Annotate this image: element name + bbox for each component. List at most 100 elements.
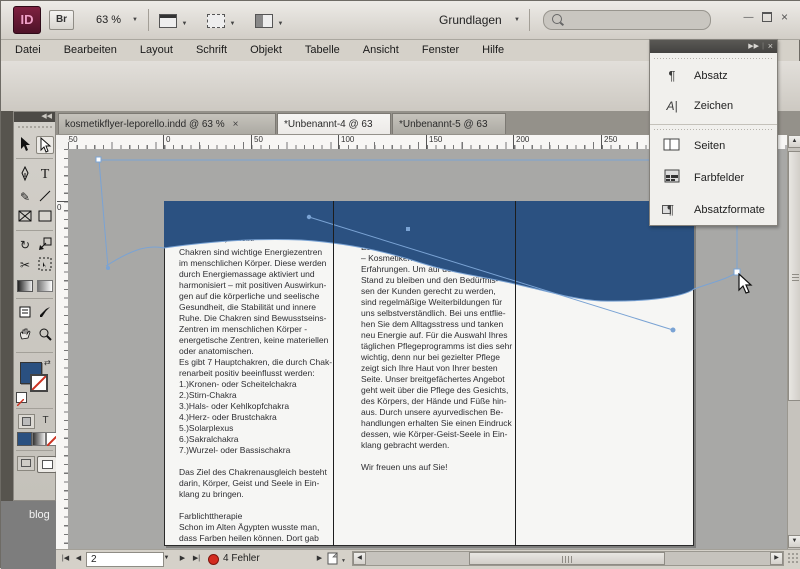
tab-close-icon[interactable]: × (233, 119, 239, 130)
title-bar: ID Br 63 % ▼ ▼ ▼ ▼ Grundlagen ▼ — × (1, 1, 800, 40)
pages-icon (662, 137, 682, 155)
workspace-dropdown-icon[interactable]: ▼ (514, 17, 520, 23)
pen-tool[interactable] (16, 166, 34, 184)
menu-datei[interactable]: Datei (15, 44, 41, 56)
floating-panel-header[interactable]: ▶▶ | × (650, 40, 777, 53)
bridge-button[interactable]: Br (49, 10, 74, 30)
free-transform-tool[interactable] (36, 256, 54, 274)
preflight-dropdown-icon[interactable]: ▼ (341, 558, 346, 564)
normal-view-mode-button[interactable] (17, 456, 35, 471)
ruler-label: -50 (68, 135, 78, 149)
tab-unbenannt-4[interactable]: *Unbenannt-4 @ 63 %× (277, 113, 391, 134)
eyedropper-tool[interactable] (36, 304, 54, 322)
workspace-switcher[interactable]: Grundlagen (439, 13, 502, 27)
default-fill-stroke-icon[interactable] (16, 392, 27, 403)
path-anchor-point[interactable] (406, 227, 410, 231)
scroll-right-icon[interactable]: ▶ (770, 552, 783, 565)
panel-item-zeichen[interactable]: A| Zeichen (650, 96, 777, 116)
note-tool[interactable] (16, 304, 34, 322)
first-page-icon[interactable]: |◀ (59, 552, 72, 565)
hand-tool[interactable] (16, 326, 34, 344)
view-options-button[interactable]: ▼ (159, 12, 187, 30)
swap-fill-stroke-icon[interactable]: ⇄ (44, 358, 51, 367)
preflight-error-icon (208, 554, 219, 565)
arrange-documents-button[interactable]: ▼ (255, 12, 283, 30)
collapse-panel-icon[interactable]: ▶▶ (748, 40, 759, 53)
menu-ansicht[interactable]: Ansicht (363, 44, 399, 56)
panel-item-farbfelder[interactable]: Farbfelder (650, 168, 777, 188)
scroll-up-icon[interactable]: ▲ (788, 135, 800, 148)
tools-panel-collapse-icon[interactable]: ◀◀ (14, 112, 55, 122)
blue-wave-shape[interactable] (164, 201, 694, 301)
menu-hilfe[interactable]: Hilfe (482, 44, 504, 56)
apply-gradient-button[interactable] (32, 432, 46, 446)
next-page-icon[interactable]: ▶ (176, 552, 189, 565)
floating-panel: ▶▶ | × ¶ Absatz A| Zeichen Seiten Farbfe… (649, 39, 778, 226)
menu-bearbeiten[interactable]: Bearbeiten (64, 44, 117, 56)
screen-mode-button[interactable]: ▼ (207, 12, 235, 30)
formatting-affects-text-button[interactable]: T (38, 414, 53, 427)
tab-kosmetikflyer[interactable]: kosmetikflyer-leporello.indd @ 63 %× (58, 113, 276, 134)
search-input[interactable] (543, 10, 711, 30)
watermark-block: blog (1, 501, 56, 569)
window-resize-grip[interactable] (787, 552, 800, 565)
watermark-text: blog (29, 509, 50, 521)
panel-item-absatz[interactable]: ¶ Absatz (650, 66, 777, 86)
paragraph-styles-icon: ¶ (662, 201, 682, 219)
scale-tool[interactable] (36, 236, 54, 254)
horizontal-scroll-thumb[interactable] (469, 552, 665, 565)
menu-schrift[interactable]: Schrift (196, 44, 227, 56)
path-handle-point[interactable] (671, 328, 676, 333)
zoom-tool[interactable] (36, 326, 54, 344)
last-page-icon[interactable]: ▶| (190, 552, 203, 565)
gradient-feather-tool[interactable] (36, 276, 54, 294)
horizontal-scrollbar[interactable]: ◀ ▶ (352, 551, 784, 566)
menu-objekt[interactable]: Objekt (250, 44, 282, 56)
path-handle-point[interactable] (106, 266, 110, 270)
selection-tool[interactable] (16, 136, 34, 154)
preflight-menu-icon[interactable] (327, 552, 339, 565)
scroll-left-icon[interactable]: ◀ (353, 552, 366, 565)
rectangle-tool[interactable] (36, 208, 54, 226)
gradient-tool[interactable] (16, 276, 34, 294)
pencil-tool[interactable]: ✎ (16, 188, 34, 206)
apply-color-button[interactable] (17, 432, 32, 446)
formatting-affects-container-button[interactable] (18, 414, 35, 429)
menu-fenster[interactable]: Fenster (422, 44, 459, 56)
menu-tabelle[interactable]: Tabelle (305, 44, 340, 56)
type-tool[interactable]: T (36, 166, 54, 184)
preflight-next-icon[interactable]: ▶ (313, 552, 326, 565)
path-anchor-point[interactable] (96, 157, 101, 162)
stroke-color-swatch[interactable] (30, 374, 48, 392)
view-options-icon (159, 14, 177, 28)
preflight-error-count[interactable]: 4 Fehler (223, 553, 260, 564)
page-number-field[interactable]: 2 (86, 552, 164, 567)
vertical-scroll-thumb[interactable] (788, 151, 800, 401)
panel-item-absatzformate[interactable]: ¶ Absatzformate (650, 200, 777, 220)
tools-panel-grip[interactable] (17, 125, 52, 129)
close-button[interactable]: × (777, 12, 792, 25)
preview-mode-button[interactable] (37, 456, 57, 473)
tab-unbenannt-5[interactable]: *Unbenannt-5 @ 63 %× (392, 113, 506, 134)
restore-button[interactable] (759, 12, 774, 25)
arrange-documents-icon (255, 14, 273, 28)
line-tool[interactable] (36, 188, 54, 206)
path-handle-point[interactable] (307, 215, 311, 219)
zoom-level-dropdown-icon[interactable]: ▼ (132, 17, 138, 23)
minimize-button[interactable]: — (741, 12, 756, 25)
ruler-label: 50 (251, 135, 263, 149)
rotate-tool[interactable]: ↻ (16, 236, 34, 254)
zoom-level-value[interactable]: 63 % (96, 14, 121, 26)
ruler-label: 150 (426, 135, 442, 149)
page-fold-line (515, 201, 516, 546)
close-panel-icon[interactable]: × (768, 40, 773, 53)
scroll-down-icon[interactable]: ▼ (788, 535, 800, 548)
vertical-scrollbar[interactable]: ▲ ▼ (787, 135, 800, 549)
menu-layout[interactable]: Layout (140, 44, 173, 56)
panel-item-seiten[interactable]: Seiten (650, 136, 777, 156)
page-dropdown-icon[interactable]: ▼ (160, 552, 173, 565)
previous-page-icon[interactable]: ◀ (72, 552, 85, 565)
direct-selection-tool[interactable] (36, 136, 54, 154)
scissors-tool[interactable]: ✂ (16, 256, 34, 274)
frame-tool[interactable] (16, 208, 34, 226)
